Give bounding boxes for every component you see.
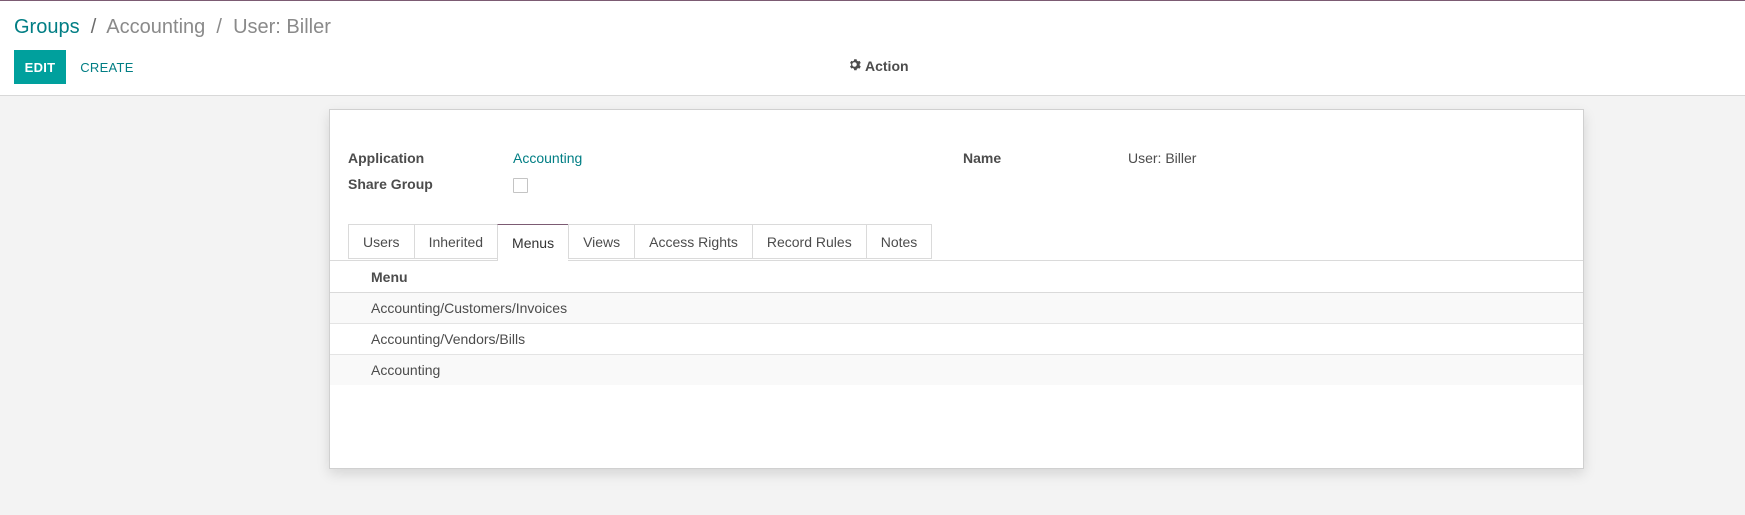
application-value-link[interactable]: Accounting <box>513 150 582 166</box>
table-row[interactable]: Accounting/Vendors/Bills <box>330 324 1583 355</box>
menus-table: Menu Accounting/Customers/Invoices Accou… <box>330 261 1583 385</box>
menu-cell: Accounting/Vendors/Bills <box>371 331 526 347</box>
action-dropdown[interactable]: Action <box>848 58 909 74</box>
edit-button[interactable]: EDIT <box>14 50 66 84</box>
tab-record-rules[interactable]: Record Rules <box>751 224 866 259</box>
menu-cell: Accounting/Customers/Invoices <box>371 300 568 316</box>
table-row[interactable]: Accounting/Customers/Invoices <box>330 293 1583 324</box>
breadcrumb-groups-link[interactable]: Groups <box>14 16 80 38</box>
breadcrumb: Groups / Accounting / User: Biller <box>14 15 331 39</box>
create-button[interactable]: CREATE <box>74 50 140 84</box>
share-group-label: Share Group <box>348 176 433 192</box>
breadcrumb-current: User: Biller <box>233 16 331 38</box>
gear-icon <box>848 58 861 74</box>
tab-inherited[interactable]: Inherited <box>413 224 498 259</box>
action-label: Action <box>865 58 909 74</box>
menu-column-header[interactable]: Menu <box>371 269 408 285</box>
tab-menus[interactable]: Menus <box>497 224 569 261</box>
form-sheet: Application Accounting Share Group Name … <box>329 109 1584 469</box>
breadcrumb-separator: / <box>216 16 222 38</box>
application-label: Application <box>348 150 425 166</box>
table-row[interactable]: Accounting <box>330 355 1583 385</box>
breadcrumb-separator: / <box>90 16 97 38</box>
tab-views[interactable]: Views <box>568 224 635 259</box>
notebook-tabs: Users Inherited Menus Views Access Right… <box>348 224 933 261</box>
table-header: Menu <box>330 261 1583 293</box>
tab-access-rights[interactable]: Access Rights <box>634 224 752 259</box>
name-value: User: Biller <box>1128 150 1197 166</box>
name-label: Name <box>963 150 1002 166</box>
tab-users[interactable]: Users <box>348 224 414 259</box>
menu-cell: Accounting <box>371 362 441 378</box>
control-panel: Groups / Accounting / User: Biller EDIT … <box>0 1 1745 96</box>
table-body: Accounting/Customers/Invoices Accounting… <box>330 293 1583 385</box>
breadcrumb-app: Accounting <box>106 16 206 38</box>
tab-notes[interactable]: Notes <box>865 224 933 259</box>
share-group-checkbox[interactable] <box>513 178 528 193</box>
